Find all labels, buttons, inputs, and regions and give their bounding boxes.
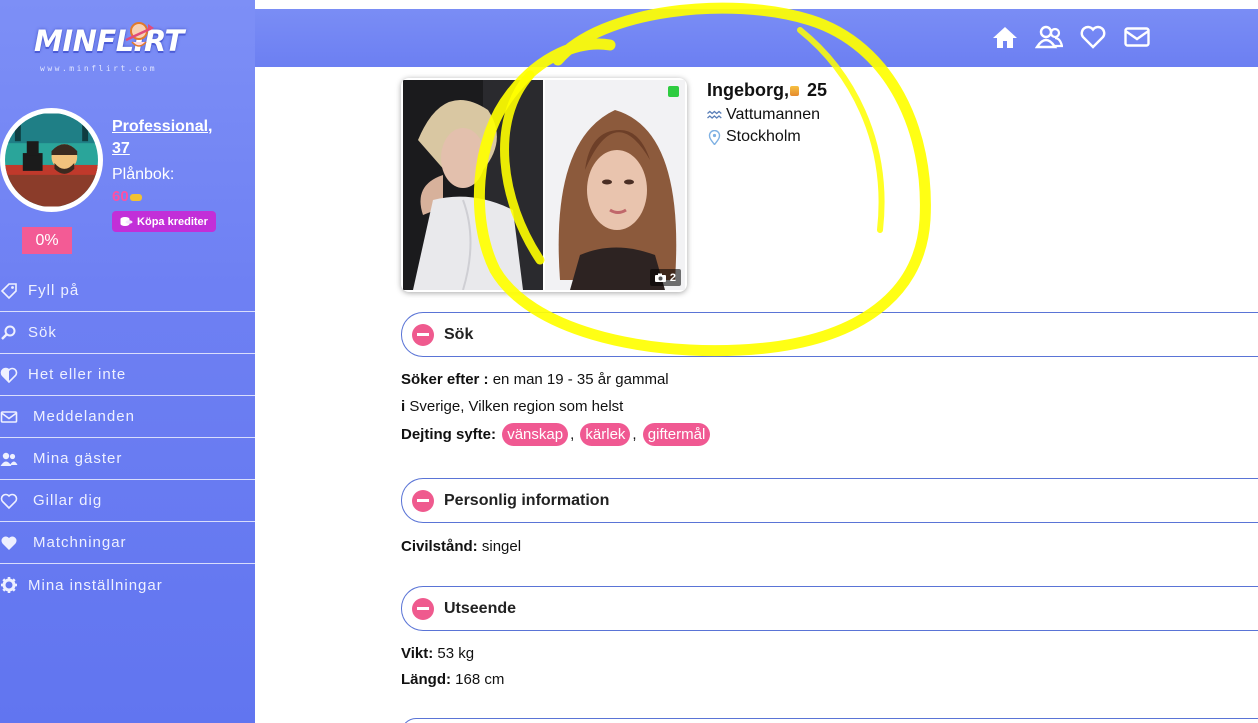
photo-count: 2	[669, 271, 676, 284]
sidebar-item-label: Meddelanden	[33, 408, 135, 425]
purpose-line: Dejting syfte: vänskap, kärlek, giftermå…	[401, 423, 712, 446]
section-header-search[interactable]: Sök	[401, 312, 1258, 357]
zodiac-sign: Vattumannen	[707, 106, 820, 124]
location-line: i Sverige, Vilken region som helst	[401, 398, 623, 415]
sidebar-item-meddelanden[interactable]: Meddelanden	[0, 396, 255, 438]
civil-status-line: Civilstånd: singel	[401, 538, 521, 555]
cupid-icon	[125, 22, 154, 47]
user-location: Stockholm	[707, 128, 801, 146]
civil-status-label: Civilstånd:	[401, 538, 478, 555]
sidebar-item-label: Mina gäster	[33, 450, 123, 467]
map-pin-icon	[708, 129, 721, 145]
profile-photo-2[interactable]	[545, 80, 685, 290]
civil-status-value: singel	[481, 538, 522, 555]
messages-button[interactable]	[1123, 23, 1151, 51]
user-age: 25	[807, 80, 828, 100]
sidebar-item-sok[interactable]: Sök	[0, 312, 255, 354]
sidebar: MINFLIRT www.minflirt.com Professional, …	[0, 0, 255, 723]
envelope-icon	[1124, 27, 1150, 47]
collapse-icon[interactable]	[412, 489, 434, 512]
wallet-amount: 60	[112, 188, 129, 205]
buy-credits-button[interactable]: Köpa krediter	[112, 211, 216, 232]
section-header-appearance[interactable]: Utseende	[401, 586, 1258, 631]
sidebar-item-label: Fyll på	[28, 282, 80, 299]
sidebar-item-matchningar[interactable]: Matchningar	[0, 522, 255, 564]
sidebar-item-fyll-pa[interactable]: Fyll på	[0, 270, 255, 312]
guests-button[interactable]	[1035, 23, 1063, 51]
seeking-value: en man 19 - 35 år gammal	[492, 371, 669, 388]
coin-icon	[129, 193, 142, 201]
camera-icon	[654, 273, 666, 282]
search-icon	[1, 325, 16, 340]
height-line: Längd: 168 cm	[401, 671, 504, 688]
sidebar-item-label: Gillar dig	[33, 492, 103, 509]
sidebar-item-label: Matchningar	[33, 534, 127, 551]
section-title: Utseende	[444, 599, 517, 617]
sidebar-item-gillar-dig[interactable]: Gillar dig	[0, 480, 255, 522]
logo[interactable]: MINFLIRT www.minflirt.com	[34, 22, 209, 76]
aquarius-icon	[707, 110, 722, 119]
purpose-label: Dejting syfte:	[401, 426, 497, 443]
purpose-tag: vänskap	[502, 423, 569, 446]
section-title: Personlig information	[444, 491, 610, 509]
gear-icon	[1, 577, 17, 593]
weight-line: Vikt: 53 kg	[401, 645, 474, 662]
buy-credits-label: Köpa krediter	[137, 215, 208, 228]
top-navigation-bar	[255, 9, 1258, 67]
collapse-icon[interactable]	[412, 597, 434, 620]
location-label: i	[401, 398, 406, 415]
envelope-icon	[0, 410, 18, 423]
section-title: Sök	[444, 325, 474, 343]
seeking-label: Söker efter :	[401, 371, 489, 388]
top-icons	[991, 23, 1151, 51]
profile-photo-1[interactable]	[403, 80, 543, 290]
logo-text: MINFLIRT	[34, 24, 184, 58]
likes-button[interactable]	[1079, 23, 1107, 51]
home-button[interactable]	[991, 23, 1019, 51]
avatar-image	[5, 113, 98, 207]
logo-url: www.minflirt.com	[40, 64, 158, 73]
section-header-personal[interactable]: Personlig information	[401, 478, 1258, 523]
sidebar-item-het-eller-inte[interactable]: Het eller inte	[0, 354, 255, 396]
heart-outline-icon	[1080, 25, 1106, 49]
profile-photos[interactable]: 2	[401, 78, 687, 292]
user-name: Ingeborg,	[707, 80, 789, 100]
wallet-value: 60	[112, 188, 142, 205]
wallet-label: Plånbok:	[112, 166, 175, 183]
heart-outline-icon	[0, 493, 18, 509]
coins-icon	[120, 217, 133, 226]
sidebar-item-mina-installningar[interactable]: Mina inställningar	[0, 564, 255, 606]
sidebar-item-label: Het eller inte	[28, 366, 127, 383]
avatar[interactable]	[0, 108, 103, 212]
profile-name-link[interactable]: Professional, 37	[112, 116, 232, 160]
purpose-tag: kärlek	[580, 423, 631, 446]
photo-count-badge[interactable]: 2	[649, 269, 681, 286]
location-value: Sverige, Vilken region som helst	[409, 398, 624, 415]
weight-value: 53 kg	[437, 645, 475, 662]
city-label: Stockholm	[726, 128, 801, 145]
profile-completion-badge: 0%	[22, 227, 72, 254]
section-header-next[interactable]	[401, 718, 1258, 723]
users-icon	[1035, 25, 1063, 49]
weight-label: Vikt:	[401, 645, 434, 662]
users-icon	[0, 452, 18, 466]
sidebar-item-mina-gaster[interactable]: Mina gäster	[0, 438, 255, 480]
height-value: 168 cm	[455, 671, 505, 688]
zodiac-label: Vattumannen	[726, 106, 820, 123]
tag-icon	[0, 282, 17, 299]
seeking-line: Söker efter : en man 19 - 35 år gammal	[401, 371, 669, 388]
sidebar-menu: Fyll på Sök Het eller inte Meddelanden M…	[0, 270, 255, 606]
online-status-indicator	[668, 86, 679, 97]
collapse-icon[interactable]	[412, 323, 434, 346]
heart-icon	[1, 535, 17, 550]
sidebar-item-label: Sök	[28, 324, 57, 341]
sidebar-item-label: Mina inställningar	[28, 576, 163, 594]
height-label: Längd:	[401, 671, 451, 688]
purpose-tag: giftermål	[642, 423, 711, 446]
fire-icon	[790, 86, 799, 96]
home-icon	[993, 27, 1017, 48]
half-heart-icon	[0, 367, 18, 383]
user-name-age: Ingeborg, 25	[707, 80, 827, 101]
